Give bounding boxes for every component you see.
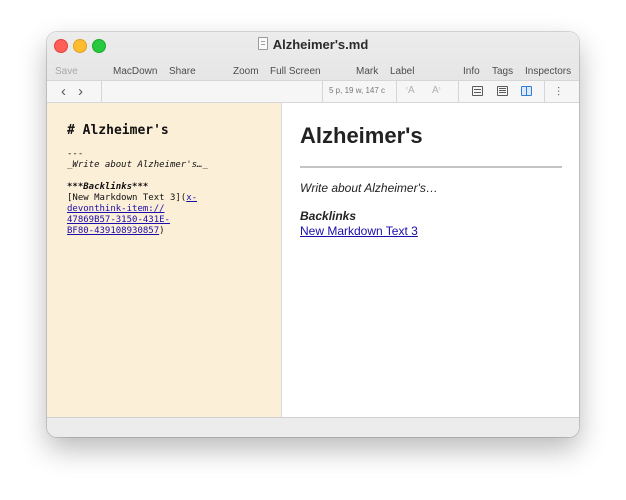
editor-italic-line: _Write about Alzheimer's…_ xyxy=(67,160,208,170)
editor-backlinks-line: ***Backlinks*** xyxy=(67,182,149,192)
editor-heading: # Alzheimer's xyxy=(67,123,169,138)
editor-rule: --- xyxy=(67,149,84,159)
preview-backlinks-heading: Backlinks xyxy=(300,209,357,223)
markdown-editor-pane[interactable]: # Alzheimer's --- _Write about Alzheimer… xyxy=(47,103,282,417)
document-view-icon[interactable] xyxy=(472,86,483,96)
editor-link-url[interactable]: x- xyxy=(186,193,197,203)
editor-link-line: BF80-439108930857) xyxy=(67,226,165,236)
share-button[interactable]: Share xyxy=(169,66,196,77)
app-window: Alzheimer's.md Save MacDown Share Zoom F… xyxy=(47,32,579,437)
editor-link-url[interactable]: devonthink-item:// xyxy=(67,204,165,215)
navbar-divider xyxy=(396,81,397,102)
full-screen-button[interactable]: Full Screen xyxy=(270,66,321,77)
title-bar: Alzheimer's.md Save MacDown Share Zoom F… xyxy=(47,32,579,80)
font-larger-button[interactable]: A› xyxy=(432,85,441,96)
text-view-icon[interactable] xyxy=(497,86,508,96)
window-title-area: Alzheimer's.md xyxy=(47,36,579,54)
document-icon xyxy=(257,37,268,50)
split-view-icon[interactable] xyxy=(521,86,532,96)
navbar-divider xyxy=(458,81,459,102)
editor-link-url[interactable]: BF80-439108930857 xyxy=(67,226,159,236)
navbar-divider xyxy=(544,81,545,102)
info-button[interactable]: Info xyxy=(463,66,480,77)
preview-heading: Alzheimer's xyxy=(300,123,423,148)
mark-button[interactable]: Mark xyxy=(356,66,378,77)
status-bar xyxy=(47,417,579,437)
chevron-right-icon[interactable]: › xyxy=(78,84,83,99)
navbar-divider xyxy=(101,81,102,102)
macdown-button[interactable]: MacDown xyxy=(113,66,157,77)
window-title: Alzheimer's.md xyxy=(272,37,369,52)
preview-horizontal-rule xyxy=(300,166,562,168)
editor-link-line: [New Markdown Text 3](x- xyxy=(67,193,198,203)
inspector-sliders-icon[interactable]: ⫶ xyxy=(557,85,560,100)
navbar-divider xyxy=(322,81,323,102)
preview-paragraph: Write about Alzheimer's… xyxy=(300,181,438,195)
save-button[interactable]: Save xyxy=(55,66,78,77)
tags-button[interactable]: Tags xyxy=(492,66,513,77)
preview-pane: Alzheimer's Write about Alzheimer's… Bac… xyxy=(282,103,579,417)
zoom-button[interactable]: Zoom xyxy=(233,66,259,77)
document-statistics: 5 p, 19 w, 147 c xyxy=(329,86,386,95)
font-smaller-button[interactable]: ‹A xyxy=(406,85,415,96)
chevron-left-icon[interactable]: ‹ xyxy=(61,84,66,99)
navigation-bar: ‹ › 5 p, 19 w, 147 c ‹A A› ⫶ xyxy=(47,80,579,103)
label-button[interactable]: Label xyxy=(390,66,414,77)
inspectors-button[interactable]: Inspectors xyxy=(525,66,571,77)
preview-backlink-link[interactable]: New Markdown Text 3 xyxy=(300,224,418,238)
editor-link-url[interactable]: 47869B57-3150-431E- xyxy=(67,215,170,226)
